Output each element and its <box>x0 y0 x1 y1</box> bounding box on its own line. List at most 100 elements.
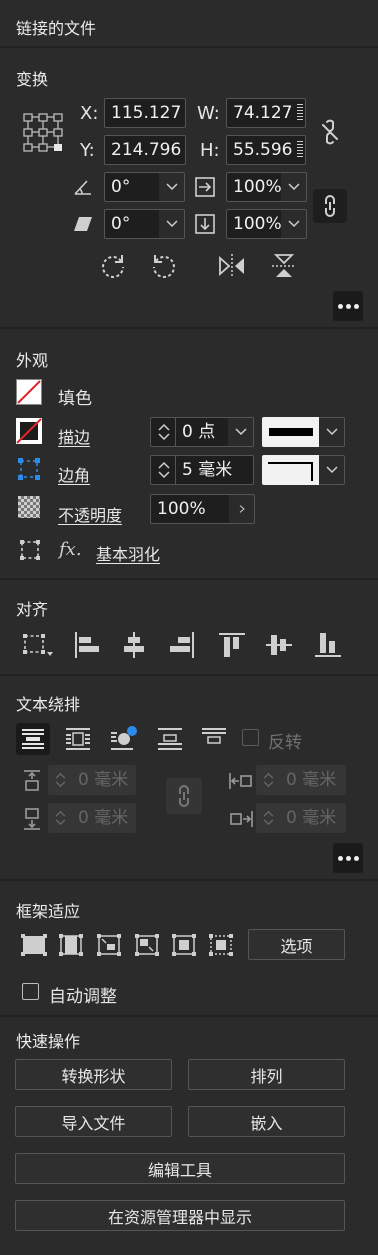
w-label: W: <box>197 103 220 124</box>
stroke-weight-stepper[interactable] <box>150 417 176 447</box>
bottom-offset-field[interactable]: 0 毫米 <box>48 803 136 833</box>
scale-x-field[interactable]: 100% <box>226 172 282 202</box>
align-horizontal-centers-icon[interactable] <box>120 631 148 659</box>
jump-object-icon[interactable] <box>156 725 184 753</box>
corner-shape-preview <box>268 462 313 481</box>
right-offset-value: 0 毫米 <box>286 808 337 828</box>
stroke-style-select[interactable] <box>262 417 320 447</box>
chevron-up-icon <box>157 423 170 431</box>
scale-y-field[interactable]: 100% <box>226 209 282 239</box>
wrap-around-bounding-box-icon[interactable] <box>64 725 92 753</box>
rotate-field[interactable]: 0° <box>104 172 160 202</box>
w-field[interactable]: 74.127 <box>226 98 306 128</box>
embed-button[interactable]: 嵌入 <box>188 1106 345 1137</box>
show-in-explorer-button[interactable]: 在资源管理器中显示 <box>15 1200 345 1231</box>
flip-horizontal-icon[interactable] <box>217 252 247 280</box>
rotate-dropdown[interactable] <box>159 172 185 202</box>
unlink-proportions-icon[interactable] <box>318 118 342 146</box>
chevron-down-icon <box>263 819 273 826</box>
fill-swatch-none-icon[interactable] <box>16 379 42 405</box>
corner-shape-select[interactable] <box>262 455 320 485</box>
w-scrub-icon[interactable] <box>297 104 303 122</box>
offset-link-button[interactable] <box>166 778 202 814</box>
transform-title: 变换 <box>16 70 49 89</box>
stroke-label-link[interactable]: 描边 <box>58 424 90 448</box>
align-to-selection-icon[interactable] <box>20 631 56 659</box>
effect-bounds-icon <box>18 538 42 562</box>
appearance-title: 外观 <box>16 351 49 370</box>
shear-field[interactable]: 0° <box>104 209 160 239</box>
fit-content-proportionally-icon[interactable] <box>57 932 85 958</box>
stroke-swatch-icon[interactable] <box>16 418 42 444</box>
auto-fit-checkbox[interactable] <box>22 983 39 1000</box>
frame-fitting-options-button[interactable]: 选项 <box>248 929 345 960</box>
top-offset-value: 0 毫米 <box>78 770 129 790</box>
scale-y-dropdown[interactable] <box>281 209 307 239</box>
chevron-down-icon <box>325 466 338 474</box>
chevron-up-icon <box>157 461 170 469</box>
chevron-up-icon <box>263 772 273 779</box>
right-offset-icon <box>228 806 254 832</box>
opacity-field[interactable]: 100% <box>150 494 230 524</box>
y-field[interactable]: 214.796 <box>104 135 186 165</box>
text-wrap-more-options-button[interactable] <box>333 843 363 873</box>
rotate-counterclockwise-icon[interactable] <box>150 252 178 280</box>
align-vertical-centers-icon[interactable] <box>265 631 293 659</box>
right-offset-field[interactable]: 0 毫米 <box>256 803 346 833</box>
corner-shape-dropdown[interactable] <box>319 455 345 485</box>
opacity-label-link[interactable]: 不透明度 <box>58 502 122 526</box>
h-scrub-icon[interactable] <box>297 141 303 159</box>
x-field[interactable]: 115.127 <box>104 98 186 128</box>
quick-actions-title: 快速操作 <box>16 1032 81 1051</box>
transform-more-options-button[interactable] <box>333 291 363 321</box>
shear-dropdown[interactable] <box>159 209 185 239</box>
rotate-clockwise-icon[interactable] <box>99 252 127 280</box>
edit-tools-button[interactable]: 编辑工具 <box>15 1153 345 1184</box>
chevron-down-icon <box>325 428 338 436</box>
convert-shape-button[interactable]: 转换形状 <box>15 1059 172 1090</box>
corner-size-stepper[interactable] <box>150 455 176 485</box>
opacity-expand-button[interactable] <box>229 494 255 524</box>
align-right-edges-icon[interactable] <box>168 631 196 659</box>
jump-to-next-column-icon[interactable] <box>200 725 228 753</box>
link-icon <box>325 195 335 217</box>
fit-frame-to-content-icon[interactable] <box>95 932 123 958</box>
arrange-button[interactable]: 排列 <box>188 1059 345 1090</box>
chevron-up-icon <box>263 810 273 817</box>
top-offset-field[interactable]: 0 毫米 <box>48 765 136 795</box>
fx-icon[interactable]: fx. <box>59 539 82 560</box>
linked-files-header[interactable]: 链接的文件 <box>16 15 96 39</box>
no-wrap-icon <box>22 729 44 749</box>
align-bottom-edges-icon[interactable] <box>314 631 342 659</box>
center-content-icon[interactable] <box>170 932 198 958</box>
align-top-edges-icon[interactable] <box>218 631 246 659</box>
y-label: Y: <box>80 140 95 161</box>
chevron-down-icon <box>157 471 170 479</box>
stroke-weight-field[interactable]: 0 点 <box>175 417 229 447</box>
h-field[interactable]: 55.596 <box>226 135 306 165</box>
chevron-down-icon <box>287 220 300 228</box>
basic-feather-link[interactable]: 基本羽化 <box>96 541 160 565</box>
import-file-button[interactable]: 导入文件 <box>15 1106 172 1137</box>
corner-size-field[interactable]: 5 毫米 <box>175 455 254 485</box>
rotate-angle-icon <box>72 177 94 197</box>
left-offset-value: 0 毫米 <box>286 770 337 790</box>
align-left-edges-icon[interactable] <box>73 631 101 659</box>
content-aware-fit-icon[interactable] <box>207 932 235 958</box>
no-text-wrap-button[interactable] <box>16 723 50 755</box>
left-offset-field[interactable]: 0 毫米 <box>256 765 346 795</box>
opacity-checker-icon <box>18 496 40 518</box>
wrap-around-object-shape-icon[interactable] <box>110 724 140 754</box>
flip-vertical-icon[interactable] <box>270 252 298 280</box>
x-label: X: <box>80 103 99 124</box>
scale-x-dropdown[interactable] <box>281 172 307 202</box>
fill-frame-proportionally-icon[interactable] <box>20 932 48 958</box>
invert-checkbox[interactable] <box>242 729 259 746</box>
corner-label-link[interactable]: 边角 <box>58 462 90 486</box>
reference-point-grid-icon[interactable] <box>22 112 64 154</box>
constrain-scale-link-button[interactable] <box>313 189 347 223</box>
stroke-weight-dropdown[interactable] <box>228 417 254 447</box>
stroke-style-dropdown[interactable] <box>319 417 345 447</box>
chevron-down-icon <box>165 220 178 228</box>
fit-content-to-frame-icon[interactable] <box>133 932 161 958</box>
